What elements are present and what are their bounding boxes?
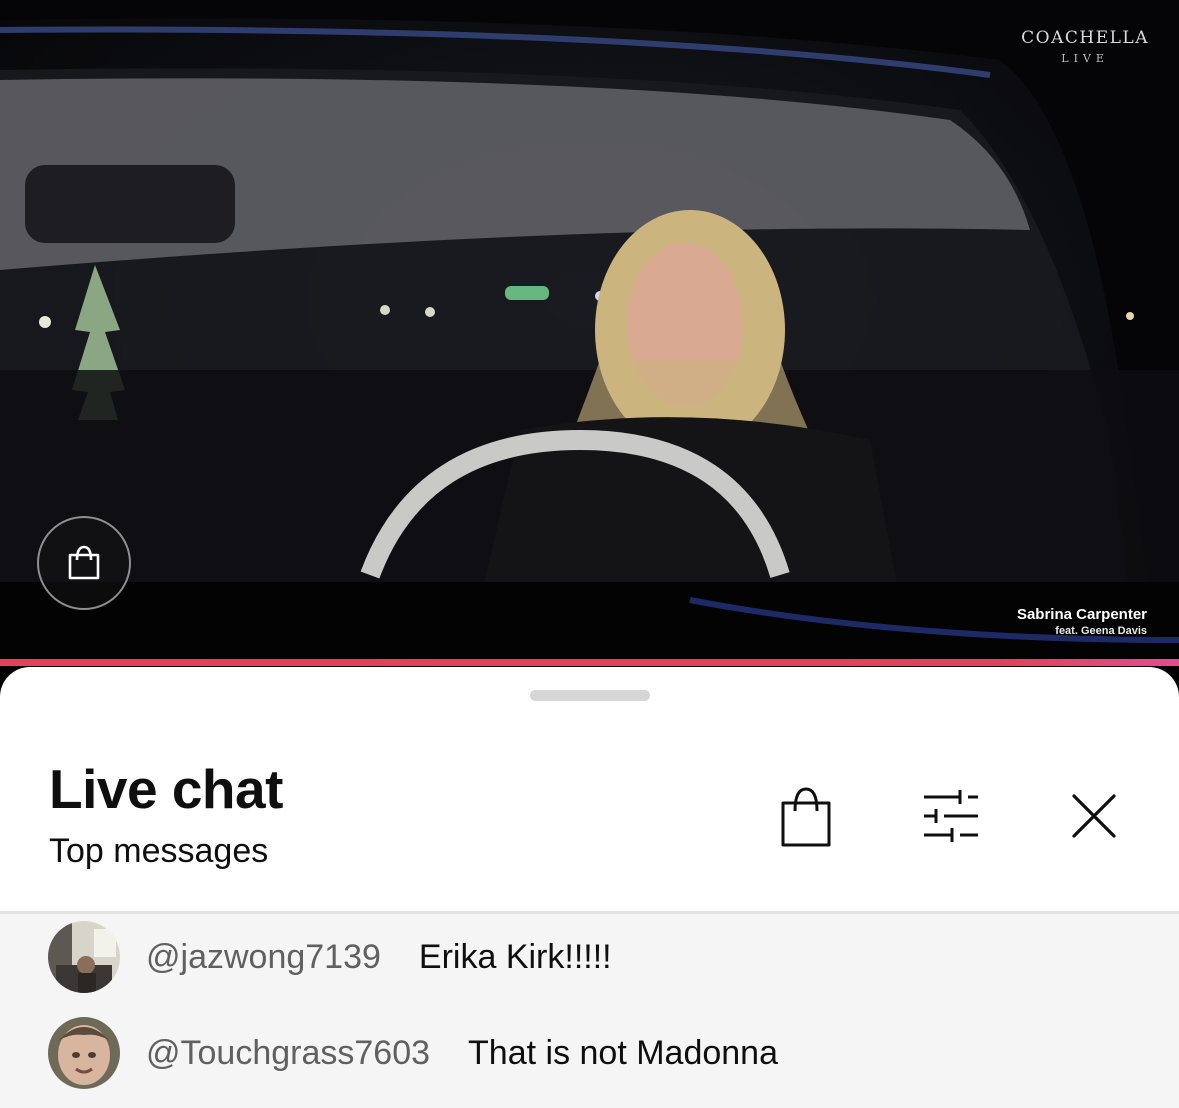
video-progress-bar[interactable]	[0, 659, 1179, 666]
message-author[interactable]: @Touchgrass7603	[146, 1034, 430, 1073]
close-button[interactable]	[1071, 793, 1117, 844]
chat-title: Live chat	[49, 758, 283, 820]
message-text: That is not Madonna	[468, 1033, 778, 1072]
video-player[interactable]: COACHELLA LIVE Sabrina Carpenter feat. G…	[0, 0, 1179, 664]
chat-message-list[interactable]: @jazwong7139 Erika Kirk!!!!! @Touchgrass…	[0, 914, 1179, 1108]
avatar[interactable]	[48, 1017, 120, 1089]
performer-caption: Sabrina Carpenter feat. Geena Davis	[1017, 606, 1147, 637]
chat-message[interactable]: @Touchgrass7603 That is not Madonna	[48, 1017, 778, 1089]
shopping-bag-icon	[68, 545, 100, 580]
brand-name: COACHELLA	[1021, 28, 1149, 48]
message-author[interactable]: @jazwong7139	[146, 938, 381, 977]
message-text: Erika Kirk!!!!!	[418, 937, 612, 976]
close-icon	[1072, 794, 1116, 838]
live-chat-panel: Live chat Top messages @jazwong7139 Erik…	[0, 667, 1179, 1108]
caption-artist: Sabrina Carpenter	[1016, 606, 1147, 623]
brand-sub: LIVE	[1061, 52, 1109, 65]
drag-handle[interactable]	[530, 690, 650, 701]
video-frame	[0, 0, 1179, 664]
shopping-button[interactable]	[37, 516, 131, 610]
shopping-bag-button[interactable]	[780, 785, 832, 854]
shopping-bag-icon	[781, 787, 831, 847]
caption-feat: feat. Geena Davis	[1055, 625, 1147, 637]
avatar[interactable]	[48, 921, 120, 993]
sliders-icon	[924, 790, 978, 842]
chat-mode-selector[interactable]: Top messages	[49, 834, 268, 868]
chat-message[interactable]: @jazwong7139 Erika Kirk!!!!!	[48, 921, 612, 993]
chat-filter-button[interactable]	[922, 787, 980, 850]
coachella-live-logo: COACHELLA LIVE	[1021, 28, 1149, 65]
